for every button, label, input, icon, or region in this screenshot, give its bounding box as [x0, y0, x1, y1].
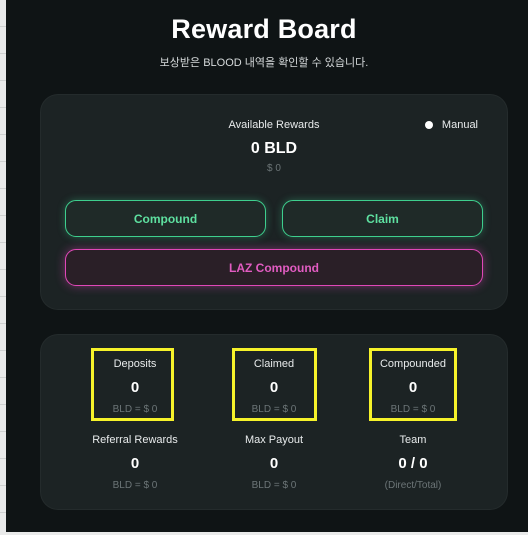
stat-label: Max Payout — [244, 434, 304, 446]
available-rewards-card: Available Rewards 0 BLD $ 0 Manual Compo… — [40, 94, 508, 310]
stat-sub: (Direct/Total) — [384, 480, 442, 491]
page-subtitle: 보상받은 BLOOD 내역을 확인할 수 있습니다. — [159, 57, 369, 69]
compound-button[interactable]: Compound — [65, 200, 266, 237]
highlight-box-claimed — [232, 348, 317, 421]
claim-button[interactable]: Claim — [282, 200, 483, 237]
stat-value: 0 — [269, 455, 279, 472]
stat-max-payout: Max Payout 0 BLD = $ 0 — [214, 434, 334, 491]
manual-label: Manual — [441, 119, 478, 131]
radio-dot-icon[interactable] — [424, 121, 433, 129]
highlight-box-compounded — [369, 348, 457, 421]
stat-referral-rewards: Referral Rewards 0 BLD = $ 0 — [75, 434, 195, 491]
manual-toggle[interactable]: Manual — [424, 119, 478, 131]
stat-team: Team 0 / 0 (Direct/Total) — [353, 434, 473, 491]
stat-label: Team — [399, 434, 427, 446]
left-page-strip — [0, 0, 6, 535]
stat-label: Referral Rewards — [92, 434, 178, 446]
stat-sub: BLD = $ 0 — [251, 480, 297, 491]
highlight-box-deposits — [91, 348, 174, 421]
page-title: Reward Board — [171, 14, 357, 44]
available-rewards-usd: $ 0 — [267, 163, 281, 174]
laz-compound-button[interactable]: LAZ Compound — [65, 249, 483, 286]
stat-value: 0 — [130, 455, 140, 472]
stat-sub: BLD = $ 0 — [112, 480, 158, 491]
available-rewards-value: 0 BLD — [250, 140, 298, 157]
stat-value: 0 / 0 — [398, 455, 428, 472]
